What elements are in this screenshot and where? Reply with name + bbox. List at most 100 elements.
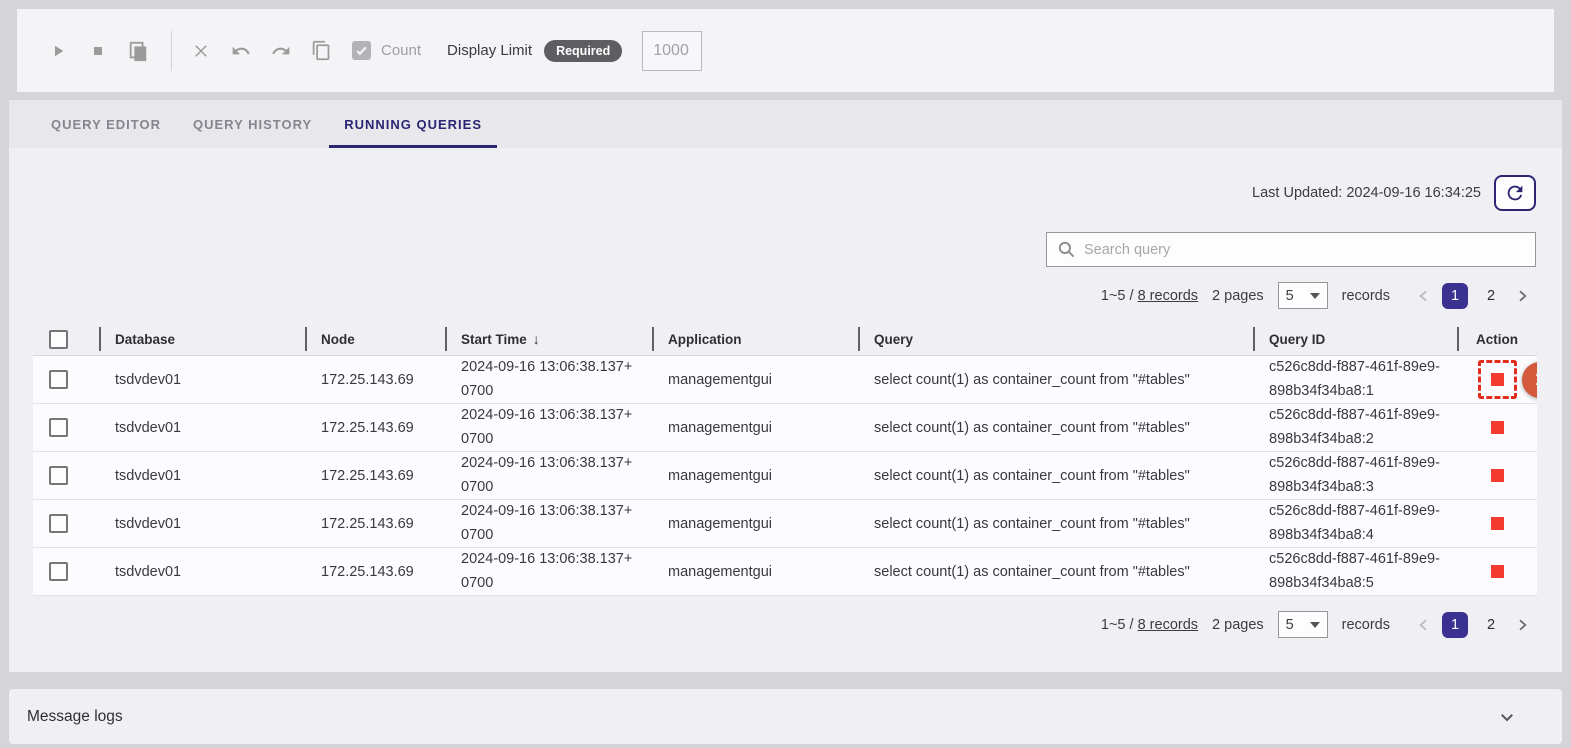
cell-query-id: c526c8dd-f887-461f-89e9-898b34f34ba8:5 bbox=[1269, 548, 1441, 595]
display-limit-label: Display Limit bbox=[447, 42, 532, 59]
col-query: Query bbox=[874, 332, 913, 347]
col-node: Node bbox=[321, 332, 355, 347]
cell-application: managementgui bbox=[652, 548, 858, 595]
records-label: records bbox=[1342, 617, 1390, 633]
chevron-down-icon[interactable] bbox=[1498, 708, 1516, 726]
run-icon[interactable] bbox=[45, 38, 71, 64]
cell-application: managementgui bbox=[652, 356, 858, 403]
annotation-badge: 1 bbox=[1522, 362, 1537, 398]
tab-query-history[interactable]: QUERY HISTORY bbox=[178, 100, 327, 148]
cell-node: 172.25.143.69 bbox=[305, 452, 445, 499]
cell-application: managementgui bbox=[652, 500, 858, 547]
stop-query-icon[interactable] bbox=[1491, 469, 1504, 482]
table-row: tsdvdev01 172.25.143.69 2024-09-16 13:06… bbox=[33, 500, 1537, 548]
cell-start-time: 2024-09-16 13:06:38.137+0700 bbox=[461, 404, 636, 451]
cell-query-id: c526c8dd-f887-461f-89e9-898b34f34ba8:3 bbox=[1269, 452, 1441, 499]
message-logs-title: Message logs bbox=[27, 708, 123, 726]
records-label: records bbox=[1342, 288, 1390, 304]
row-checkbox[interactable] bbox=[49, 418, 68, 437]
cell-node: 172.25.143.69 bbox=[305, 500, 445, 547]
stop-query-icon[interactable] bbox=[1491, 517, 1504, 530]
copy-icon[interactable] bbox=[308, 38, 334, 64]
cell-database: tsdvdev01 bbox=[99, 452, 305, 499]
chevron-left-icon[interactable] bbox=[1416, 617, 1432, 633]
pagination-bottom: 1~5 / 8 records 2 pages 5 records 1 2 bbox=[9, 611, 1530, 638]
undo-icon[interactable] bbox=[228, 38, 254, 64]
query-toolbar: Count Display Limit Required bbox=[17, 9, 1554, 92]
close-icon[interactable] bbox=[188, 38, 214, 64]
dropdown-arrow-icon bbox=[1310, 622, 1320, 628]
cell-node: 172.25.143.69 bbox=[305, 356, 445, 403]
col-database: Database bbox=[115, 332, 175, 347]
pages-count: 2 pages bbox=[1212, 288, 1264, 304]
last-updated-text: Last Updated: 2024-09-16 16:34:25 bbox=[1252, 185, 1481, 201]
records-link[interactable]: 8 records bbox=[1138, 288, 1198, 304]
chevron-left-icon[interactable] bbox=[1416, 288, 1432, 304]
table-row: tsdvdev01 172.25.143.69 2024-09-16 13:06… bbox=[33, 548, 1537, 596]
main-panel: QUERY EDITOR QUERY HISTORY RUNNING QUERI… bbox=[9, 100, 1562, 672]
required-badge: Required bbox=[544, 40, 622, 62]
annotation-box bbox=[1478, 360, 1517, 399]
duplicate-icon[interactable] bbox=[125, 38, 151, 64]
refresh-icon bbox=[1504, 182, 1526, 204]
count-label: Count bbox=[381, 42, 421, 59]
redo-icon[interactable] bbox=[268, 38, 294, 64]
cell-query: select count(1) as container_count from … bbox=[858, 548, 1253, 595]
search-input[interactable] bbox=[1084, 242, 1525, 258]
col-start-time[interactable]: Start Time bbox=[461, 332, 527, 347]
cell-database: tsdvdev01 bbox=[99, 500, 305, 547]
page-button-1[interactable]: 1 bbox=[1442, 283, 1468, 309]
cell-application: managementgui bbox=[652, 404, 858, 451]
sort-desc-icon[interactable]: ↓ bbox=[533, 331, 540, 347]
page-button-2[interactable]: 2 bbox=[1478, 612, 1504, 638]
col-application: Application bbox=[668, 332, 742, 347]
message-logs-panel[interactable]: Message logs bbox=[9, 689, 1562, 744]
search-icon bbox=[1057, 240, 1076, 259]
records-link[interactable]: 8 records bbox=[1138, 617, 1198, 633]
row-checkbox[interactable] bbox=[49, 562, 68, 581]
running-queries-table: Database Node Start Time ↓ Application Qu… bbox=[33, 323, 1537, 596]
col-action: Action bbox=[1476, 332, 1518, 347]
stop-query-icon[interactable] bbox=[1491, 421, 1504, 434]
cell-query: select count(1) as container_count from … bbox=[858, 356, 1253, 403]
search-box[interactable] bbox=[1046, 232, 1536, 267]
table-header-row: Database Node Start Time ↓ Application Qu… bbox=[33, 323, 1537, 356]
table-row: tsdvdev01 172.25.143.69 2024-09-16 13:06… bbox=[33, 356, 1537, 404]
page-button-2[interactable]: 2 bbox=[1478, 283, 1504, 309]
cell-start-time: 2024-09-16 13:06:38.137+0700 bbox=[461, 356, 636, 403]
cell-node: 172.25.143.69 bbox=[305, 404, 445, 451]
pages-count: 2 pages bbox=[1212, 617, 1264, 633]
table-row: tsdvdev01 172.25.143.69 2024-09-16 13:06… bbox=[33, 404, 1537, 452]
page-size-select[interactable]: 5 bbox=[1278, 282, 1328, 309]
page-size-select[interactable]: 5 bbox=[1278, 611, 1328, 638]
row-checkbox[interactable] bbox=[49, 514, 68, 533]
cell-query-id: c526c8dd-f887-461f-89e9-898b34f34ba8:1 bbox=[1269, 356, 1441, 403]
dropdown-arrow-icon bbox=[1310, 293, 1320, 299]
count-checkbox[interactable] bbox=[352, 41, 371, 60]
select-all-checkbox[interactable] bbox=[49, 330, 68, 349]
display-limit-input[interactable] bbox=[642, 31, 702, 71]
cell-query-id: c526c8dd-f887-461f-89e9-898b34f34ba8:2 bbox=[1269, 404, 1441, 451]
cell-start-time: 2024-09-16 13:06:38.137+0700 bbox=[461, 548, 636, 595]
cell-database: tsdvdev01 bbox=[99, 356, 305, 403]
cell-application: managementgui bbox=[652, 452, 858, 499]
chevron-right-icon[interactable] bbox=[1514, 288, 1530, 304]
cell-query: select count(1) as container_count from … bbox=[858, 404, 1253, 451]
tab-running-queries[interactable]: RUNNING QUERIES bbox=[329, 100, 497, 148]
stop-query-icon[interactable] bbox=[1491, 373, 1504, 386]
chevron-right-icon[interactable] bbox=[1514, 617, 1530, 633]
stop-icon[interactable] bbox=[85, 38, 111, 64]
cell-database: tsdvdev01 bbox=[99, 548, 305, 595]
record-range: 1~5 / 8 records bbox=[1101, 288, 1198, 304]
row-checkbox[interactable] bbox=[49, 466, 68, 485]
stop-query-icon[interactable] bbox=[1491, 565, 1504, 578]
cell-start-time: 2024-09-16 13:06:38.137+0700 bbox=[461, 452, 636, 499]
record-range: 1~5 / 8 records bbox=[1101, 617, 1198, 633]
pagination-top: 1~5 / 8 records 2 pages 5 records 1 2 bbox=[9, 282, 1530, 309]
table-row: tsdvdev01 172.25.143.69 2024-09-16 13:06… bbox=[33, 452, 1537, 500]
tab-query-editor[interactable]: QUERY EDITOR bbox=[36, 100, 176, 148]
cell-query: select count(1) as container_count from … bbox=[858, 452, 1253, 499]
refresh-button[interactable] bbox=[1494, 175, 1536, 211]
page-button-1[interactable]: 1 bbox=[1442, 612, 1468, 638]
row-checkbox[interactable] bbox=[49, 370, 68, 389]
